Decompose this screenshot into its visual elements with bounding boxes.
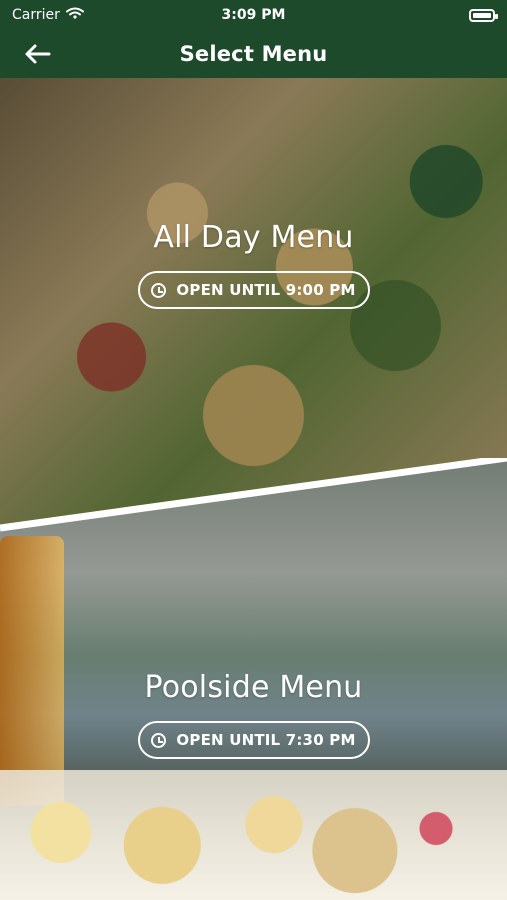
menu-list: All Day Menu OPEN UNTIL 9:00 PM Poolside… [0, 78, 507, 900]
carrier-wifi: Carrier [12, 7, 84, 23]
navigation-bar: Select Menu [0, 30, 507, 78]
menu-title: All Day Menu [153, 220, 354, 255]
menu-title: Poolside Menu [144, 670, 363, 705]
open-hours-label: OPEN UNTIL 9:00 PM [176, 281, 356, 299]
back-button[interactable] [20, 40, 54, 68]
open-hours-label: OPEN UNTIL 7:30 PM [176, 731, 356, 749]
open-hours-pill: OPEN UNTIL 7:30 PM [137, 721, 370, 759]
status-bar: Carrier 3:09 PM [0, 0, 507, 30]
back-arrow-icon [25, 44, 51, 64]
battery-icon [469, 8, 498, 22]
status-time: 3:09 PM [221, 7, 286, 23]
all-day-menu-card[interactable]: All Day Menu OPEN UNTIL 9:00 PM [0, 78, 507, 528]
open-hours-pill: OPEN UNTIL 9:00 PM [137, 271, 370, 309]
clock-icon [151, 732, 167, 748]
all-day-menu-overlay: All Day Menu OPEN UNTIL 9:00 PM [0, 220, 507, 309]
carrier-label: Carrier [12, 7, 60, 23]
snack-tray-image [0, 770, 507, 900]
page-title: Select Menu [179, 42, 328, 66]
clock-icon [151, 282, 167, 298]
wifi-icon [65, 7, 84, 23]
poolside-menu-card[interactable]: Poolside Menu OPEN UNTIL 7:30 PM [0, 458, 507, 900]
poolside-menu-overlay: Poolside Menu OPEN UNTIL 7:30 PM [0, 670, 507, 759]
